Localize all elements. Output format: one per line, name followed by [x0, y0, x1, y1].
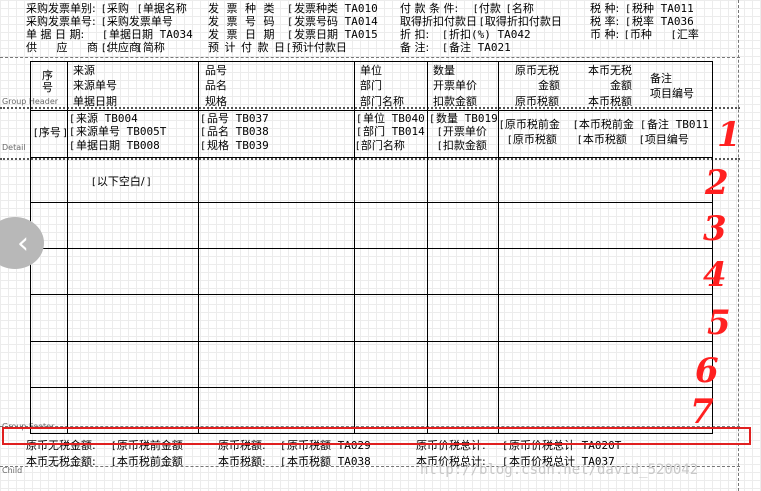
label-remark: 备 注: — [400, 41, 430, 54]
table-line — [30, 157, 712, 158]
label-expected-pay-date: 预 计 付 款 日 — [208, 41, 286, 54]
column-header-dept-name: 部门名称 — [360, 95, 404, 108]
table-line — [30, 341, 712, 342]
detail-field-project-no[interactable]: 项目编号 — [640, 134, 689, 147]
column-header-local-untaxed: 本币无税 — [588, 64, 632, 77]
annotation-number: 1 — [717, 115, 741, 155]
label-invoice-type: 采购发票单别: — [26, 2, 96, 15]
column-header-orig-tax: 原币税额 — [515, 95, 559, 108]
detail-field-local-tax[interactable]: 本币税额 — [578, 134, 627, 147]
column-header-orig-amount: 金额 — [538, 79, 560, 92]
label-invoice-kind: 发 票 种 类 — [208, 2, 277, 15]
detail-field-doc-date[interactable]: 单据日期 TB008 — [69, 140, 160, 153]
column-header-source: 来源 — [73, 64, 95, 77]
column-header-local-tax: 本币税额 — [588, 95, 632, 108]
annotation-number: 3 — [703, 209, 727, 249]
column-header-unit: 单位 — [360, 64, 382, 77]
report-designer-canvas: 采购发票单别: 采购 单据名称 发 票 种 类 发票种类 TA010 付 款 条… — [0, 0, 761, 491]
label-invoice-date: 发 票 日 期 — [208, 28, 277, 41]
right-margin-guide — [738, 0, 739, 491]
table-line — [198, 61, 199, 434]
annotation-number: 6 — [695, 351, 719, 391]
column-header-spec: 规格 — [205, 95, 227, 108]
table-line — [30, 248, 712, 249]
detail-field-local-pretax[interactable]: 本币税前金 — [574, 119, 634, 132]
column-header-local-amount: 金额 — [610, 79, 632, 92]
column-header-dept: 部门 — [360, 79, 382, 92]
column-header-project-no: 项目编号 — [650, 87, 694, 100]
blank-below-label[interactable]: 以下空白/ — [92, 176, 151, 189]
detail-field-item-name[interactable]: 品名 TB038 — [200, 126, 269, 139]
label-tax-type: 税 种: — [590, 2, 620, 15]
field-expected-pay-date[interactable]: 预计付款日 — [287, 42, 347, 55]
chevron-left-icon: ‹ — [17, 225, 29, 261]
band-label-child: Child — [2, 466, 23, 475]
field-local-pretax-total[interactable]: 本币税前金额 — [112, 456, 183, 469]
table-line — [354, 61, 355, 434]
annotation-number: 5 — [707, 303, 731, 343]
field-remark[interactable]: 备注 TA021 — [442, 42, 511, 55]
previous-page-button[interactable]: ‹ — [0, 217, 44, 269]
detail-field-deduct-amount[interactable]: 扣款金额 — [438, 140, 487, 153]
label-tax-rate: 税 率: — [590, 15, 620, 28]
detail-field-orig-pretax[interactable]: 原币税前金 — [500, 119, 560, 132]
detail-field-dept-name[interactable]: 部门名称 — [356, 140, 405, 153]
detail-field-orig-tax[interactable]: 原币税额 — [508, 134, 557, 147]
detail-field-source-no[interactable]: 来源单号 TB005T — [69, 126, 166, 139]
detail-field-remark[interactable]: 备注 TB011 — [640, 119, 709, 132]
watermark: http://blog.csdn.net/david_520042 — [420, 462, 699, 478]
field-exchange-rate[interactable]: 汇率 — [672, 29, 699, 42]
table-line — [30, 202, 712, 203]
table-line — [30, 387, 712, 388]
annotation-number: 4 — [703, 255, 727, 295]
field-currency[interactable]: 币种 — [625, 29, 652, 42]
label-invoice-number: 发 票 号 码 — [208, 15, 277, 28]
label-discount-pay-date: 取得折扣付款日 — [400, 15, 477, 28]
table-line — [498, 61, 499, 434]
column-header-item-no: 品号 — [205, 64, 227, 77]
column-header-orig-untaxed: 原币无税 — [515, 64, 559, 77]
column-header-item-name: 品名 — [205, 79, 227, 92]
column-header-qty: 数量 — [433, 64, 455, 77]
highlight-box — [2, 427, 751, 445]
label-currency: 币 种: — [590, 28, 620, 41]
column-header-deduct-amount: 扣款金额 — [433, 95, 477, 108]
label-discount: 折 扣: — [400, 28, 430, 41]
column-header-seq: 序号 — [42, 69, 53, 94]
band-separator[interactable] — [0, 158, 740, 160]
label-local-tax-total: 本币税额: — [218, 455, 266, 468]
table-line — [30, 110, 712, 111]
column-header-unit-price: 开票单价 — [433, 79, 477, 92]
detail-field-unit-price[interactable]: 开票单价 — [438, 126, 487, 139]
label-invoice-no: 采购发票单号: — [26, 15, 96, 28]
detail-field-dept[interactable]: 部门 TB014 — [356, 126, 425, 139]
label-local-untaxed-total: 本币无税金额: — [26, 455, 96, 468]
label-doc-date: 单 据 日 期: — [26, 28, 85, 41]
table-line — [67, 61, 68, 434]
band-label-detail: Detail — [2, 143, 26, 152]
band-separator[interactable] — [0, 57, 740, 58]
table-line — [427, 61, 428, 434]
field-supplier-short[interactable]: 简称 — [138, 42, 165, 55]
annotation-number: 7 — [690, 392, 714, 432]
table-line — [30, 61, 712, 62]
detail-field-spec[interactable]: 规格 TB039 — [200, 140, 269, 153]
field-local-tax-total[interactable]: 本币税额 TA038 — [280, 456, 371, 469]
column-header-source-no: 来源单号 — [73, 79, 117, 92]
column-header-doc-date: 单据日期 — [73, 95, 117, 108]
detail-field-seq[interactable]: 序号 — [34, 127, 67, 140]
column-header-remark: 备注 — [650, 72, 672, 85]
table-line — [30, 294, 712, 295]
label-payment-terms: 付 款 条 件: — [400, 2, 459, 15]
annotation-number: 2 — [705, 163, 729, 203]
field-supplier[interactable]: 供应商 — [102, 42, 140, 55]
